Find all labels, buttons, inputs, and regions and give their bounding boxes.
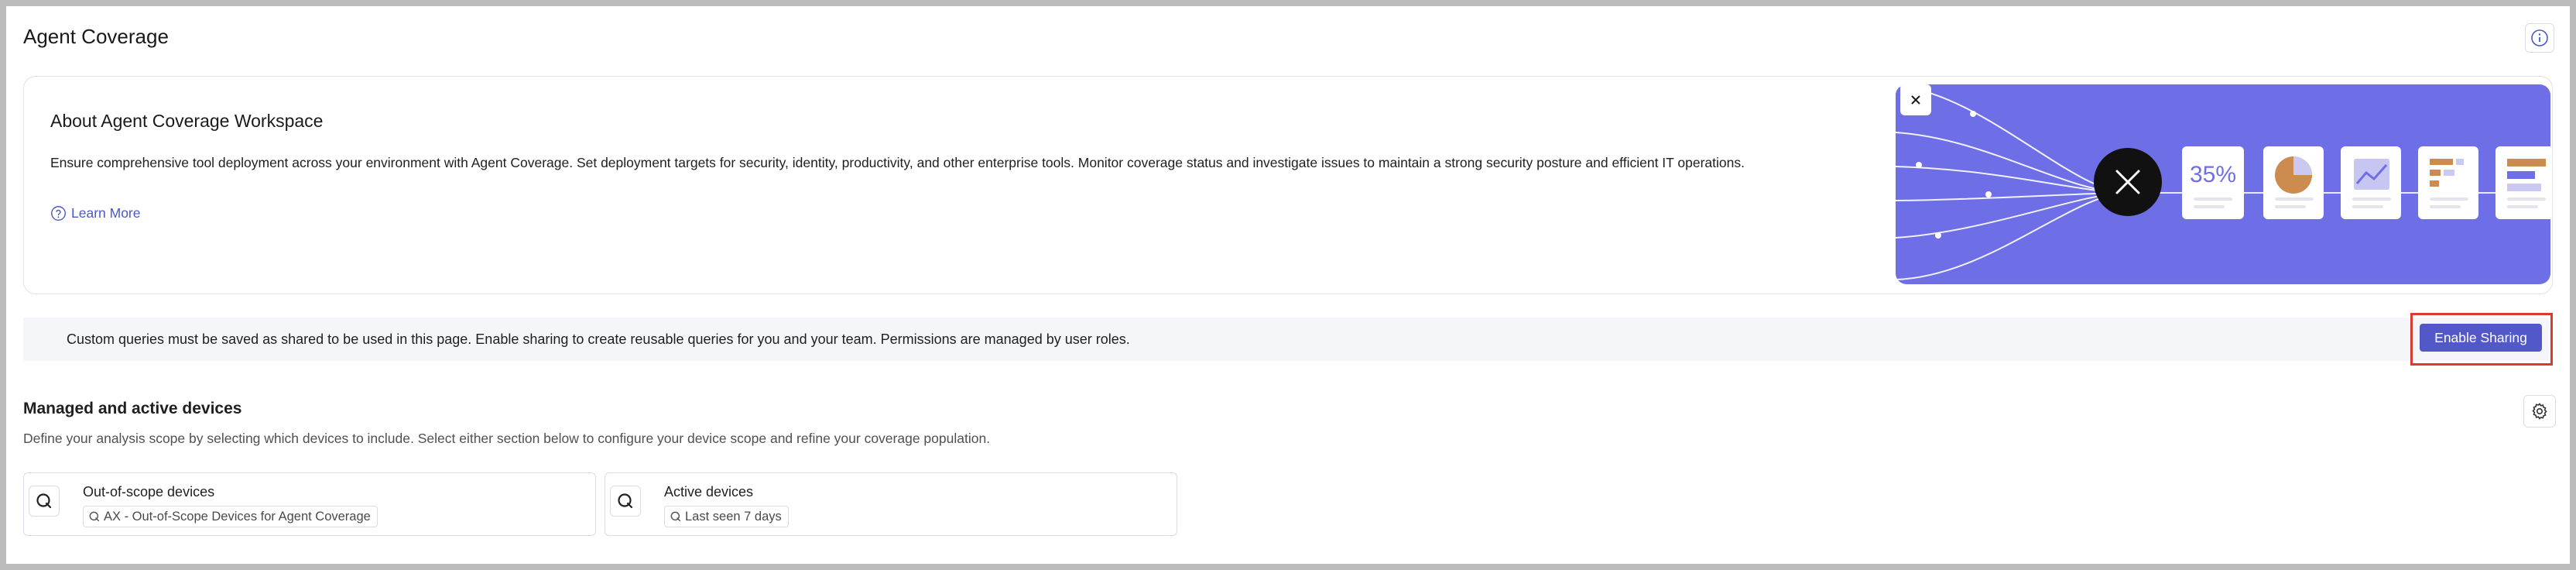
- out-of-scope-devices-card[interactable]: Out-of-scope devices AX - Out-of-Scope D…: [23, 472, 596, 536]
- gear-icon: [2532, 403, 2547, 420]
- workspace-banner: 35%: [1896, 84, 2550, 284]
- page-title: Agent Coverage: [23, 25, 169, 48]
- app-frame: Agent Coverage About Agent Coverage Work…: [6, 6, 2570, 564]
- enable-sharing-button[interactable]: Enable Sharing: [2420, 324, 2542, 352]
- about-title: About Agent Coverage Workspace: [50, 111, 324, 131]
- close-banner-button[interactable]: [1900, 84, 1931, 115]
- query-icon: [610, 486, 641, 517]
- help-circle-icon: [51, 206, 66, 221]
- active-devices-label: Active devices: [664, 484, 754, 500]
- learn-more-label: Learn More: [71, 205, 141, 221]
- out-of-scope-query-chip[interactable]: AX - Out-of-Scope Devices for Agent Cove…: [83, 506, 378, 527]
- sharing-notice-text: Custom queries must be saved as shared t…: [67, 331, 1130, 347]
- out-of-scope-query-label: AX - Out-of-Scope Devices for Agent Cove…: [104, 509, 371, 524]
- info-icon: [2531, 29, 2548, 46]
- sharing-notice: Custom queries must be saved as shared t…: [23, 318, 2553, 361]
- settings-button[interactable]: [2523, 395, 2556, 428]
- query-icon: [29, 486, 60, 517]
- info-button[interactable]: [2525, 23, 2554, 53]
- active-devices-query-chip[interactable]: Last seen 7 days: [664, 506, 789, 527]
- learn-more-link[interactable]: Learn More: [50, 205, 141, 221]
- query-icon: [670, 511, 681, 522]
- devices-section-title: Managed and active devices: [23, 400, 242, 417]
- devices-section-description: Define your analysis scope by selecting …: [23, 431, 991, 446]
- active-devices-query-label: Last seen 7 days: [685, 509, 782, 524]
- close-icon: [1911, 95, 1920, 105]
- about-description: Ensure comprehensive tool deployment acr…: [50, 155, 1745, 170]
- banner-stat: 35%: [2190, 162, 2236, 187]
- banner-illustration: 35%: [1896, 85, 2550, 280]
- active-devices-card[interactable]: Active devices Last seen 7 days: [605, 472, 1177, 536]
- out-of-scope-devices-label: Out-of-scope devices: [83, 484, 215, 500]
- about-card: About Agent Coverage Workspace Ensure co…: [23, 76, 2553, 294]
- query-icon: [89, 511, 100, 522]
